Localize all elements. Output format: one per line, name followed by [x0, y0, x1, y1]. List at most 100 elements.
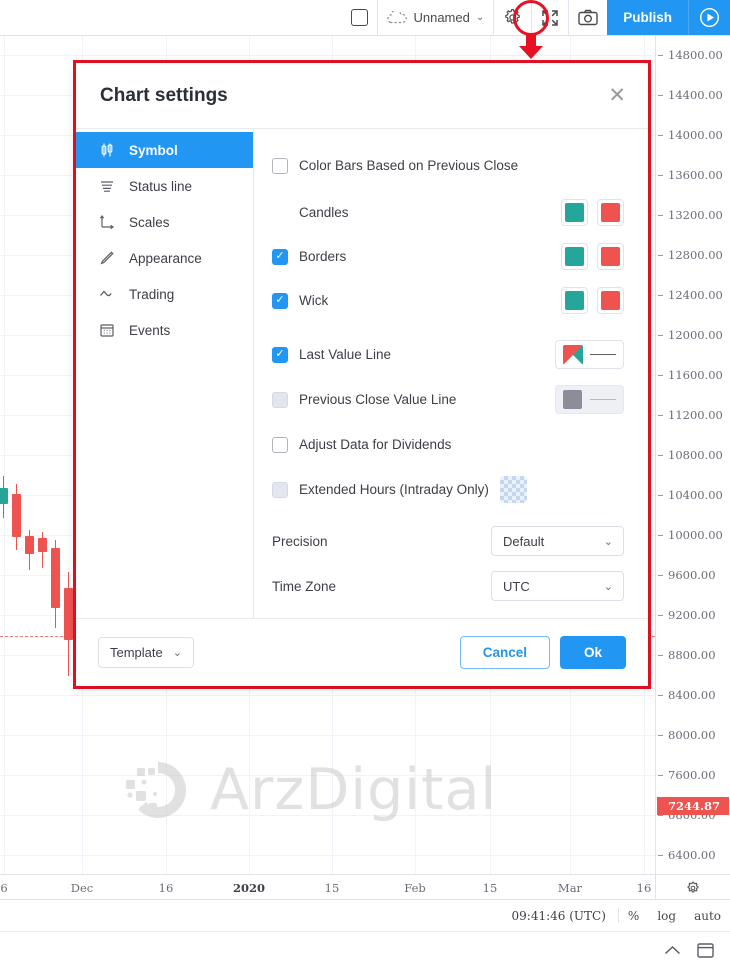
- time-scale[interactable]: 6 Dec 16 2020 15 Feb 15 Mar 16: [0, 874, 730, 900]
- status-bar: 09:41:46 (UTC) % log auto: [0, 900, 730, 932]
- setting-candles: Candles: [272, 198, 624, 227]
- time-tick: 15: [324, 880, 340, 895]
- percent-scale-button[interactable]: %: [619, 909, 648, 923]
- ok-button[interactable]: Ok: [560, 636, 626, 669]
- price-tick: 12400.00: [656, 287, 730, 303]
- chevron-down-icon: ⌄: [475, 12, 485, 23]
- price-tick: 8400.00: [656, 687, 730, 703]
- setting-borders: ✓ Borders: [272, 242, 624, 271]
- precision-select[interactable]: Default ⌄: [491, 526, 624, 556]
- last-value-line-style-button[interactable]: [555, 340, 624, 369]
- extended-hours-checkbox[interactable]: [272, 481, 288, 498]
- snapshot-button[interactable]: [568, 0, 607, 35]
- price-scale[interactable]: 14800.00 14400.00 14000.00 13600.00 13200.00…: [655, 36, 730, 942]
- pencil-icon: [98, 250, 115, 267]
- time-zone-value: UTC: [503, 578, 530, 594]
- wick-label: Wick: [299, 293, 329, 308]
- split-color-swatch: [563, 344, 583, 365]
- adjust-dividends-label: Adjust Data for Dividends: [299, 437, 452, 452]
- publish-label: Publish: [623, 10, 672, 25]
- wick-checkbox[interactable]: ✓: [272, 292, 288, 309]
- color-bars-checkbox[interactable]: [272, 157, 288, 174]
- setting-color-bars: Color Bars Based on Previous Close: [272, 151, 624, 180]
- precision-label: Precision: [272, 533, 328, 549]
- price-tick: 10800.00: [656, 447, 730, 463]
- last-value-line-checkbox[interactable]: ✓: [272, 346, 288, 363]
- sidebar-item-label: Scales: [129, 214, 170, 230]
- previous-close-color-swatch: [563, 390, 583, 409]
- price-tick: 8800.00: [656, 647, 730, 663]
- time-zone-select[interactable]: UTC ⌄: [491, 571, 624, 601]
- candles-label: Candles: [299, 205, 349, 220]
- price-tick: 12000.00: [656, 327, 730, 343]
- chart-name-label: Unnamed: [413, 10, 470, 25]
- candles-down-color-swatch[interactable]: [597, 199, 624, 226]
- previous-close-line-checkbox[interactable]: [272, 391, 288, 408]
- price-tick: 8000.00: [656, 727, 730, 743]
- price-tick: 12800.00: [656, 247, 730, 263]
- layout-square-icon: [351, 9, 369, 26]
- wick-down-color-swatch[interactable]: [597, 287, 624, 314]
- extended-hours-color-swatch[interactable]: [499, 476, 527, 503]
- fullscreen-button[interactable]: [531, 0, 568, 35]
- chart-name-button[interactable]: Unnamed ⌄: [377, 0, 493, 35]
- wick-up-color-swatch[interactable]: [561, 287, 588, 314]
- sidebar-item-events[interactable]: Events: [76, 312, 253, 348]
- time-tick: Dec: [70, 880, 94, 895]
- candlestick-icon: [98, 142, 115, 159]
- time-tick: 2020: [232, 880, 266, 895]
- sidebar-item-appearance[interactable]: Appearance: [76, 240, 253, 276]
- template-button[interactable]: Template ⌄: [98, 637, 194, 668]
- camera-icon: [578, 9, 598, 26]
- bottom-bar: [0, 932, 730, 968]
- calendar-icon: [98, 322, 115, 339]
- borders-up-color-swatch[interactable]: [561, 243, 588, 270]
- chart-settings-gear-button[interactable]: [493, 0, 531, 35]
- close-icon[interactable]: ✕: [608, 85, 626, 106]
- sidebar-item-label: Events: [129, 322, 171, 338]
- dialog-body: Symbol Status line Scales Appearance Tra…: [76, 128, 648, 618]
- sidebar-item-label: Appearance: [129, 250, 202, 266]
- dialog-sidebar: Symbol Status line Scales Appearance Tra…: [76, 129, 254, 618]
- gear-icon: [505, 8, 521, 24]
- panel-icon[interactable]: [697, 942, 714, 959]
- price-tick: 6400.00: [656, 847, 730, 863]
- sidebar-item-symbol[interactable]: Symbol: [76, 132, 253, 168]
- adjust-dividends-checkbox[interactable]: [272, 436, 288, 453]
- sidebar-item-scales[interactable]: Scales: [76, 204, 253, 240]
- candles-up-color-swatch[interactable]: [561, 199, 588, 226]
- color-bars-label: Color Bars Based on Previous Close: [299, 158, 519, 173]
- chevron-up-icon[interactable]: [664, 945, 681, 956]
- log-scale-button[interactable]: log: [648, 909, 685, 923]
- price-tick: 10000.00: [656, 527, 730, 543]
- previous-close-line-style-button[interactable]: [555, 385, 624, 414]
- dialog-title: Chart settings: [100, 84, 228, 106]
- current-price-badge: 7244.87: [657, 797, 729, 815]
- scale-settings-button[interactable]: [655, 875, 730, 900]
- cancel-button[interactable]: Cancel: [459, 636, 550, 669]
- setting-wick: ✓ Wick: [272, 286, 624, 315]
- price-tick: 14800.00: [656, 47, 730, 63]
- borders-down-color-swatch[interactable]: [597, 243, 624, 270]
- time-tick: 16: [158, 880, 174, 895]
- layout-button[interactable]: [342, 0, 377, 35]
- setting-adjust-dividends: Adjust Data for Dividends: [272, 430, 624, 459]
- publish-button[interactable]: Publish: [607, 0, 688, 35]
- time-tick: 15: [482, 880, 498, 895]
- last-value-line-label: Last Value Line: [299, 347, 392, 362]
- chevron-down-icon: ⌄: [172, 647, 182, 659]
- chart-settings-dialog: Chart settings ✕ Symbol Status line Scal…: [76, 63, 648, 686]
- borders-checkbox[interactable]: ✓: [272, 248, 288, 265]
- clock-label: 09:41:46 (UTC): [511, 908, 606, 923]
- replay-play-button[interactable]: [688, 0, 730, 35]
- price-tick: 13600.00: [656, 167, 730, 183]
- price-tick: 7600.00: [656, 767, 730, 783]
- sidebar-item-trading[interactable]: Trading: [76, 276, 253, 312]
- extended-hours-label: Extended Hours (Intraday Only): [299, 482, 489, 497]
- auto-scale-button[interactable]: auto: [685, 909, 730, 923]
- borders-label: Borders: [299, 249, 347, 264]
- setting-precision: Precision Default ⌄: [272, 526, 624, 556]
- chevron-down-icon: ⌄: [603, 535, 613, 548]
- price-tick: 11200.00: [656, 407, 730, 423]
- sidebar-item-status-line[interactable]: Status line: [76, 168, 253, 204]
